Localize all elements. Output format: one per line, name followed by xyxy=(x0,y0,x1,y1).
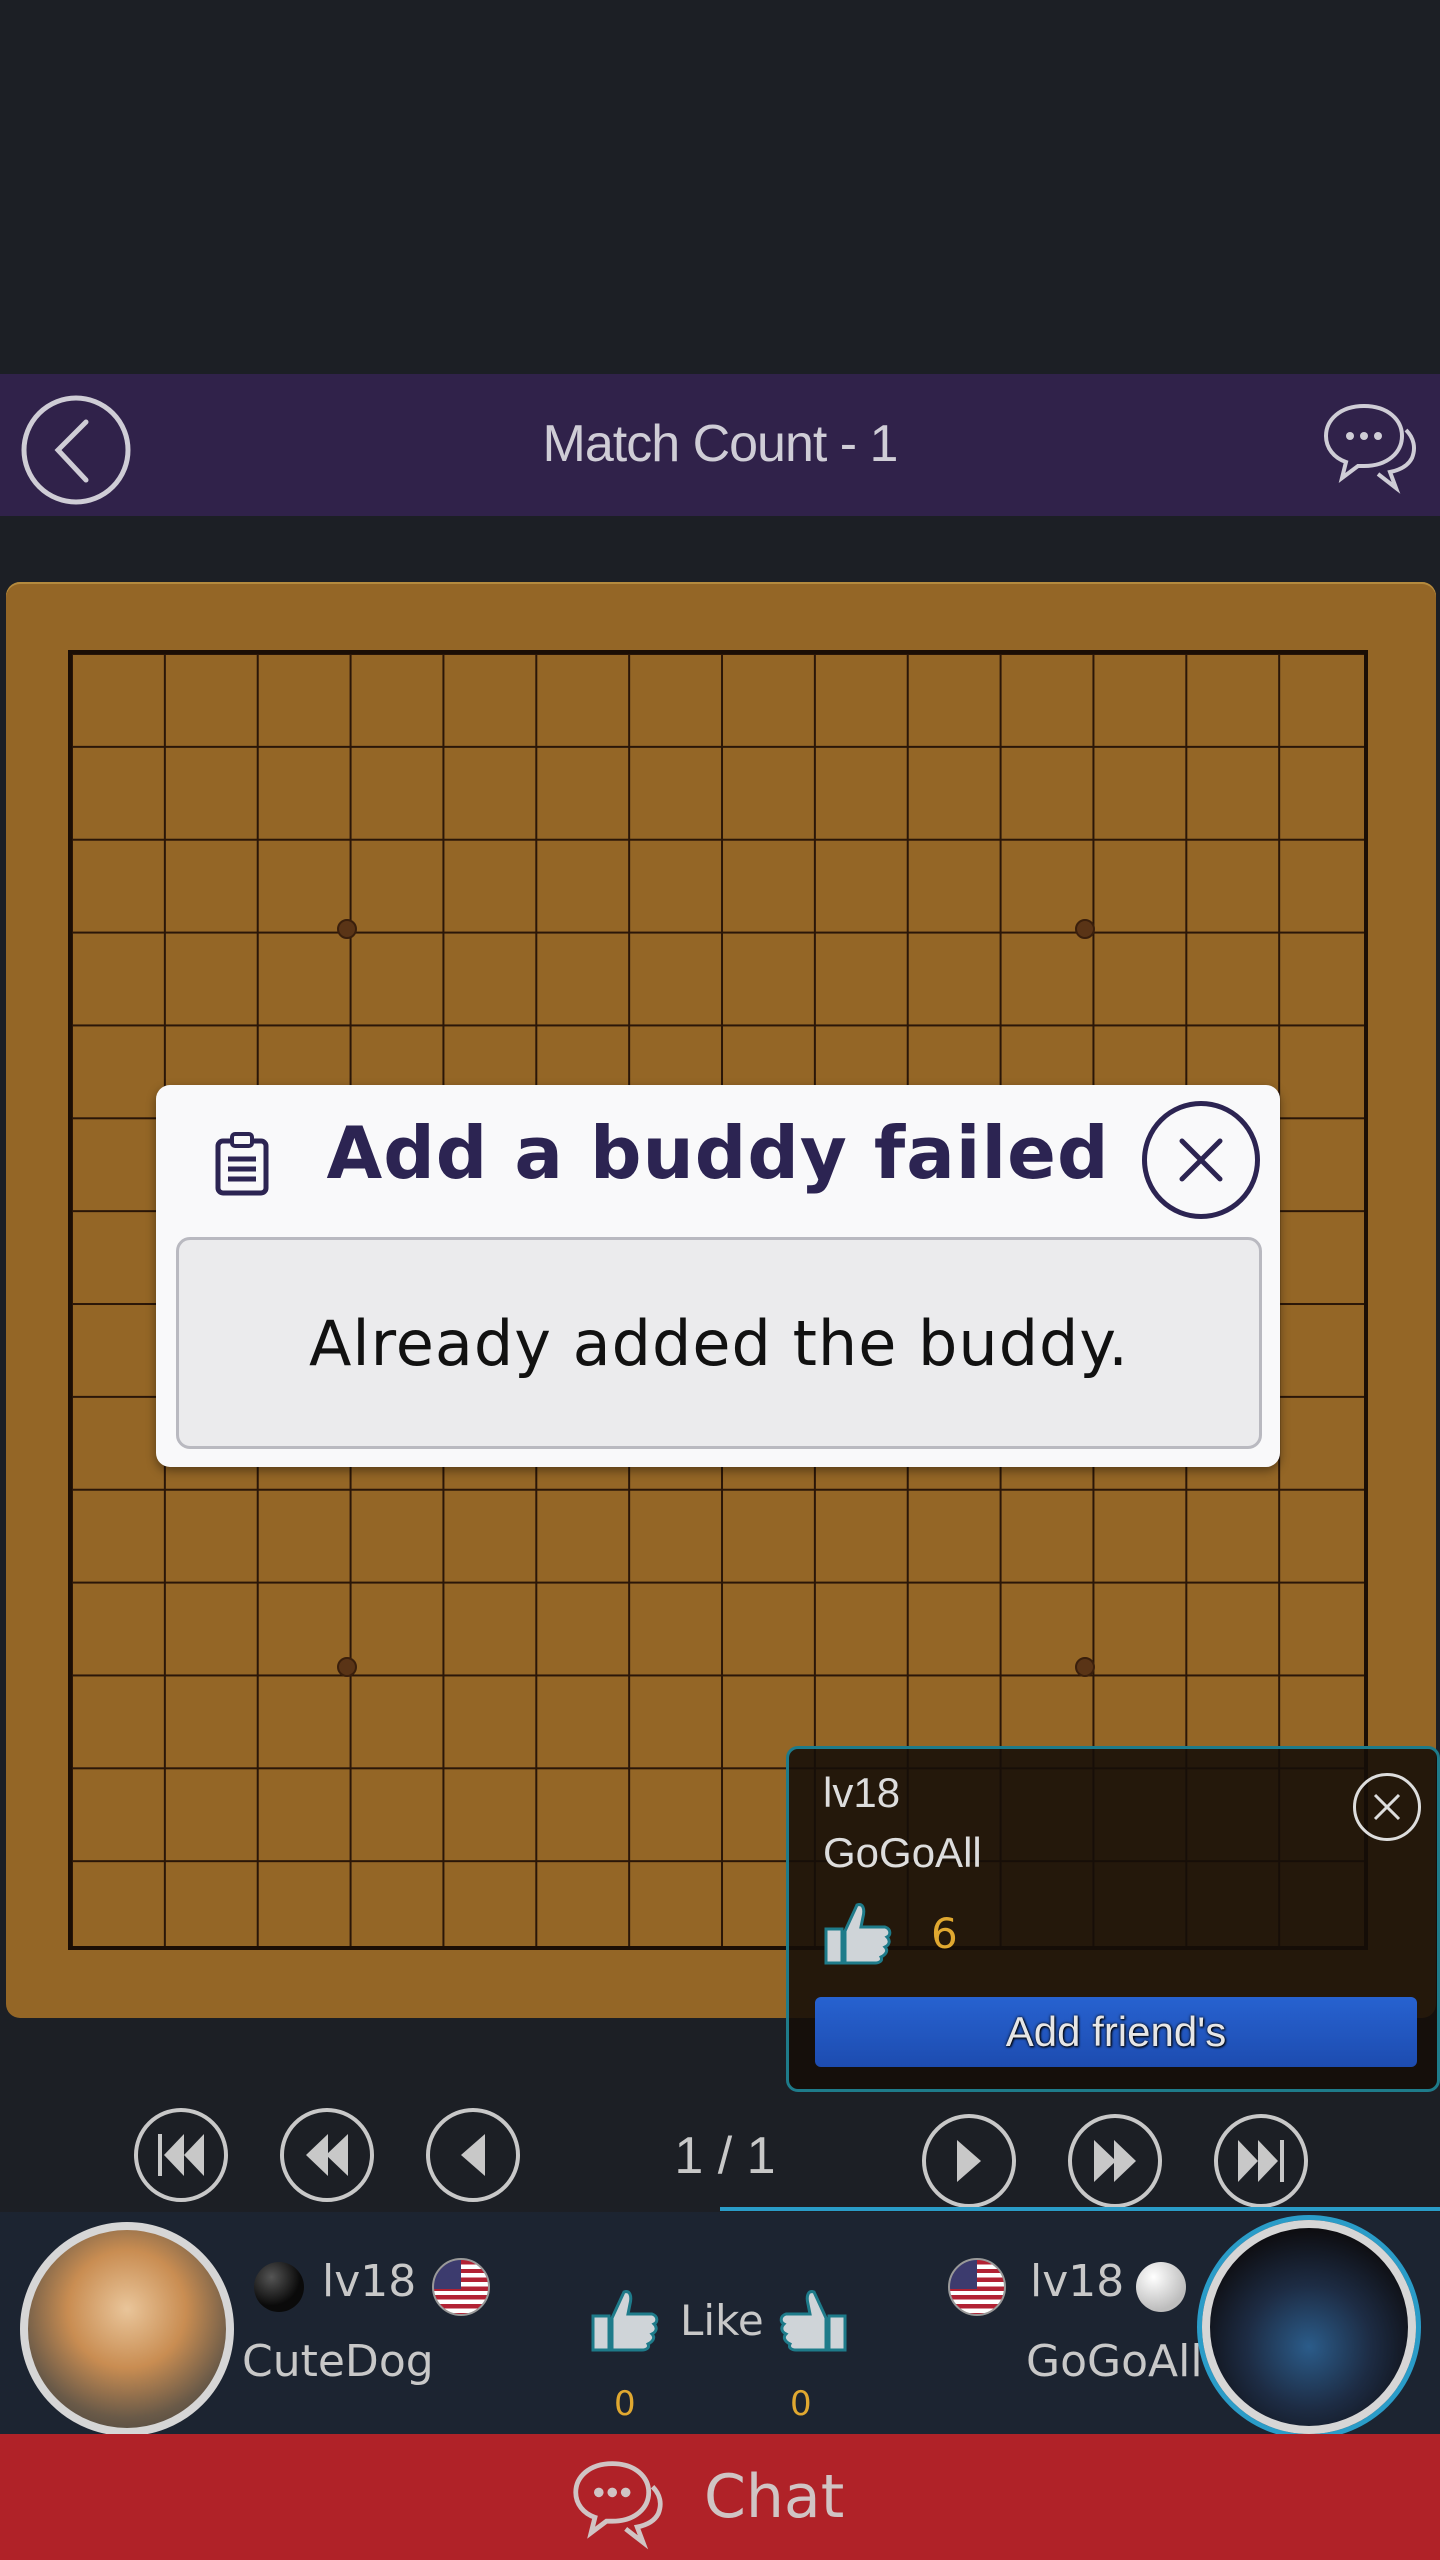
popup-player-name: GoGoAll xyxy=(823,1829,982,1876)
us-flag-icon xyxy=(432,2258,490,2316)
player-right-level: lv18 xyxy=(1030,2256,1125,2307)
skip-to-end-icon xyxy=(1238,2140,1284,2182)
previous-icon xyxy=(461,2134,485,2176)
popup-like-count: 6 xyxy=(931,1909,958,1958)
fast-forward-icon xyxy=(1094,2140,1136,2182)
white-stone-icon xyxy=(1136,2262,1186,2312)
play-icon xyxy=(957,2140,981,2182)
star-point xyxy=(1075,918,1096,939)
star-point xyxy=(336,918,357,939)
popup-close-button[interactable] xyxy=(1353,1773,1421,1841)
player-left-level: lv18 xyxy=(322,2256,417,2307)
page-indicator: 1 / 1 xyxy=(674,2127,776,2185)
rewind-icon xyxy=(306,2134,348,2176)
player-left-name: CuteDog xyxy=(242,2336,434,2387)
chat-bubbles-icon xyxy=(573,2461,663,2550)
rewind-button[interactable] xyxy=(280,2108,374,2202)
chat-bubbles-icon[interactable] xyxy=(1320,396,1420,496)
like-label: Like xyxy=(680,2296,764,2345)
dialog-title: Add a buddy failed xyxy=(326,1111,1110,1195)
dialog-close-button[interactable] xyxy=(1142,1101,1260,1219)
player-info-popup: lv18 GoGoAll 6 Add friend's xyxy=(786,1746,1440,2092)
next-button[interactable] xyxy=(922,2114,1016,2208)
player-right-like-count: 0 xyxy=(790,2384,812,2424)
first-move-button[interactable] xyxy=(134,2108,228,2202)
close-icon xyxy=(1373,1793,1401,1821)
player-left-avatar[interactable] xyxy=(20,2222,234,2436)
popup-level: lv18 xyxy=(823,1769,901,1816)
thumbs-up-icon[interactable] xyxy=(778,2288,848,2354)
add-friend-button[interactable]: Add friend's xyxy=(815,1997,1417,2067)
active-player-indicator xyxy=(720,2207,1440,2211)
chat-label: Chat xyxy=(704,2462,845,2532)
fast-forward-button[interactable] xyxy=(1068,2114,1162,2208)
star-point xyxy=(336,1657,357,1678)
dialog-message: Already added the buddy. xyxy=(176,1237,1262,1449)
like-section: Like xyxy=(590,2290,850,2352)
thumbs-up-icon[interactable] xyxy=(590,2288,660,2354)
header-bar: Match Count - 1 xyxy=(0,374,1440,516)
skip-to-start-icon xyxy=(158,2134,204,2176)
previous-button[interactable] xyxy=(426,2108,520,2202)
player-right-avatar[interactable] xyxy=(1202,2220,1416,2434)
us-flag-icon xyxy=(948,2258,1006,2316)
thumbs-up-icon xyxy=(824,1903,892,1965)
star-point xyxy=(1075,1657,1096,1678)
close-icon xyxy=(1179,1138,1223,1182)
add-buddy-failed-dialog: Add a buddy failed Already added the bud… xyxy=(156,1085,1280,1467)
player-right-name: GoGoAll xyxy=(1026,2336,1203,2387)
last-move-button[interactable] xyxy=(1214,2114,1308,2208)
player-left-like-count: 0 xyxy=(614,2384,636,2424)
black-stone-icon xyxy=(254,2262,304,2312)
players-bar: lv18 CuteDog Like 0 0 lv18 GoGoAll xyxy=(0,2212,1440,2436)
chat-button[interactable]: Chat xyxy=(0,2434,1440,2560)
page-title: Match Count - 1 xyxy=(542,415,899,473)
